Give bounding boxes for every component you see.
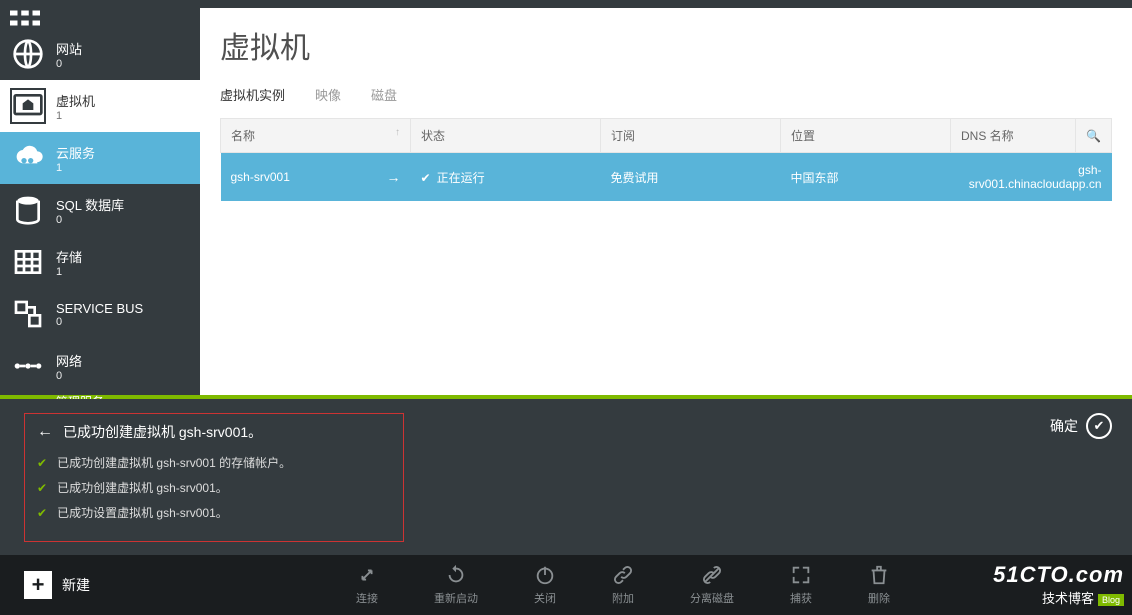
check-icon: ✔ <box>37 506 47 520</box>
sidebar-count: 1 <box>56 110 95 122</box>
search-icon: 🔍 <box>1086 129 1101 143</box>
sidebar-item-cloud[interactable]: 云服务1 <box>0 132 200 184</box>
sidebar-item-network[interactable]: 网络0 <box>0 340 200 392</box>
col-subscription[interactable]: 订阅 <box>601 119 781 153</box>
sidebar-label: SERVICE BUS <box>56 301 143 316</box>
action-detach[interactable]: 分离磁盘 <box>690 564 734 606</box>
restart-icon <box>445 564 467 586</box>
vm-icon <box>10 88 46 124</box>
sidebar-item-sql[interactable]: SQL 数据库0 <box>0 184 200 236</box>
storage-icon <box>10 244 46 280</box>
servicebus-icon <box>10 296 46 332</box>
check-icon: ✔ <box>37 456 47 470</box>
globe-icon <box>10 36 46 72</box>
detach-icon <box>701 564 723 586</box>
sort-icon: ↑ <box>395 127 400 138</box>
sidebar-count: 1 <box>56 162 95 174</box>
sidebar-item-partial-top[interactable] <box>0 8 200 28</box>
check-icon: ✔ <box>37 481 47 495</box>
action-restart[interactable]: 重新启动 <box>434 564 478 606</box>
ok-label: 确定 <box>1050 416 1078 436</box>
capture-icon <box>790 564 812 586</box>
tab-images[interactable]: 映像 <box>315 85 341 104</box>
power-icon <box>534 564 556 586</box>
notification-frame: ← 已成功创建虚拟机 gsh-srv001。 ✔ 已成功创建虚拟机 gsh-srv… <box>24 413 404 542</box>
all-items-icon <box>10 10 40 26</box>
notification-panel: ← 已成功创建虚拟机 gsh-srv001。 ✔ 已成功创建虚拟机 gsh-srv… <box>0 399 1132 555</box>
sidebar-count: 0 <box>56 316 143 328</box>
action-shutdown[interactable]: 关闭 <box>534 564 556 606</box>
cloud-icon <box>10 140 46 176</box>
notif-msg: 已成功创建虚拟机 gsh-srv001。 <box>57 479 228 496</box>
sidebar-label: 网站 <box>56 39 82 58</box>
action-attach[interactable]: 附加 <box>612 564 634 606</box>
network-icon <box>10 348 46 384</box>
bottom-toolbar: + 新建 连接 重新启动 关闭 附加 分离磁盘 捕获 删除 <box>0 555 1132 615</box>
sidebar-item-servicebus[interactable]: SERVICE BUS0 <box>0 288 200 340</box>
sidebar-label: 存储 <box>56 247 82 266</box>
col-dns[interactable]: DNS 名称 <box>951 119 1076 153</box>
check-circle-icon: ✔ <box>1086 413 1112 439</box>
ok-button[interactable]: 确定 ✔ <box>1050 413 1112 439</box>
topbar <box>0 0 1132 8</box>
notif-msg: 已成功设置虚拟机 gsh-srv001。 <box>57 504 228 521</box>
cell-dns: gsh-srv001.chinacloudapp.cn <box>969 163 1102 191</box>
sidebar-item-vms[interactable]: 虚拟机1 <box>0 80 200 132</box>
tab-instances[interactable]: 虚拟机实例 <box>220 85 285 104</box>
main-content: 虚拟机 虚拟机实例 映像 磁盘 名称↑ 状态 订阅 位置 DNS 名称 🔍 gs… <box>200 8 1132 395</box>
col-location[interactable]: 位置 <box>781 119 951 153</box>
sidebar-item-storage[interactable]: 存储1 <box>0 236 200 288</box>
cell-subscription: 免费试用 <box>611 171 659 185</box>
sidebar-count: 0 <box>56 214 124 226</box>
cell-status: 正在运行 <box>421 171 485 185</box>
sidebar-item-websites[interactable]: 网站0 <box>0 28 200 80</box>
tab-disks[interactable]: 磁盘 <box>371 85 397 104</box>
cell-name: gsh-srv001 <box>231 170 290 184</box>
sidebar-label: SQL 数据库 <box>56 195 124 214</box>
sidebar-count: 0 <box>56 58 82 70</box>
table-row[interactable]: gsh-srv001 → 正在运行 免费试用 中国东部 gsh-srv001.ch… <box>221 153 1112 202</box>
sidebar-label: 云服务 <box>56 143 95 162</box>
tabs: 虚拟机实例 映像 磁盘 <box>220 85 1112 104</box>
sidebar: 网站0 虚拟机1 云服务1 SQL 数据库0 存储1 SERVICE BUS0 … <box>0 8 200 395</box>
vm-table: 名称↑ 状态 订阅 位置 DNS 名称 🔍 gsh-srv001 → 正在运行 免… <box>220 118 1112 201</box>
arrow-right-icon[interactable]: → <box>387 169 401 185</box>
col-search[interactable]: 🔍 <box>1076 119 1112 153</box>
database-icon <box>10 192 46 228</box>
attach-icon <box>612 564 634 586</box>
notif-title: 已成功创建虚拟机 gsh-srv001。 <box>63 422 262 442</box>
new-label: 新建 <box>62 575 90 595</box>
action-capture[interactable]: 捕获 <box>790 564 812 606</box>
cell-location: 中国东部 <box>791 171 839 185</box>
connect-icon <box>356 564 378 586</box>
plus-icon: + <box>24 571 52 599</box>
new-button[interactable]: + 新建 <box>0 571 114 599</box>
page-title: 虚拟机 <box>220 23 1112 67</box>
action-delete[interactable]: 删除 <box>868 564 890 606</box>
notif-msg: 已成功创建虚拟机 gsh-srv001 的存储帐户。 <box>57 454 291 471</box>
sidebar-label: 虚拟机 <box>56 91 95 110</box>
action-connect[interactable]: 连接 <box>356 564 378 606</box>
col-name[interactable]: 名称↑ <box>221 119 411 153</box>
sidebar-count: 0 <box>56 370 82 382</box>
col-status[interactable]: 状态 <box>411 119 601 153</box>
back-arrow-icon[interactable]: ← <box>37 423 53 441</box>
sidebar-label: 网络 <box>56 351 82 370</box>
trash-icon <box>868 564 890 586</box>
sidebar-count: 1 <box>56 266 82 278</box>
